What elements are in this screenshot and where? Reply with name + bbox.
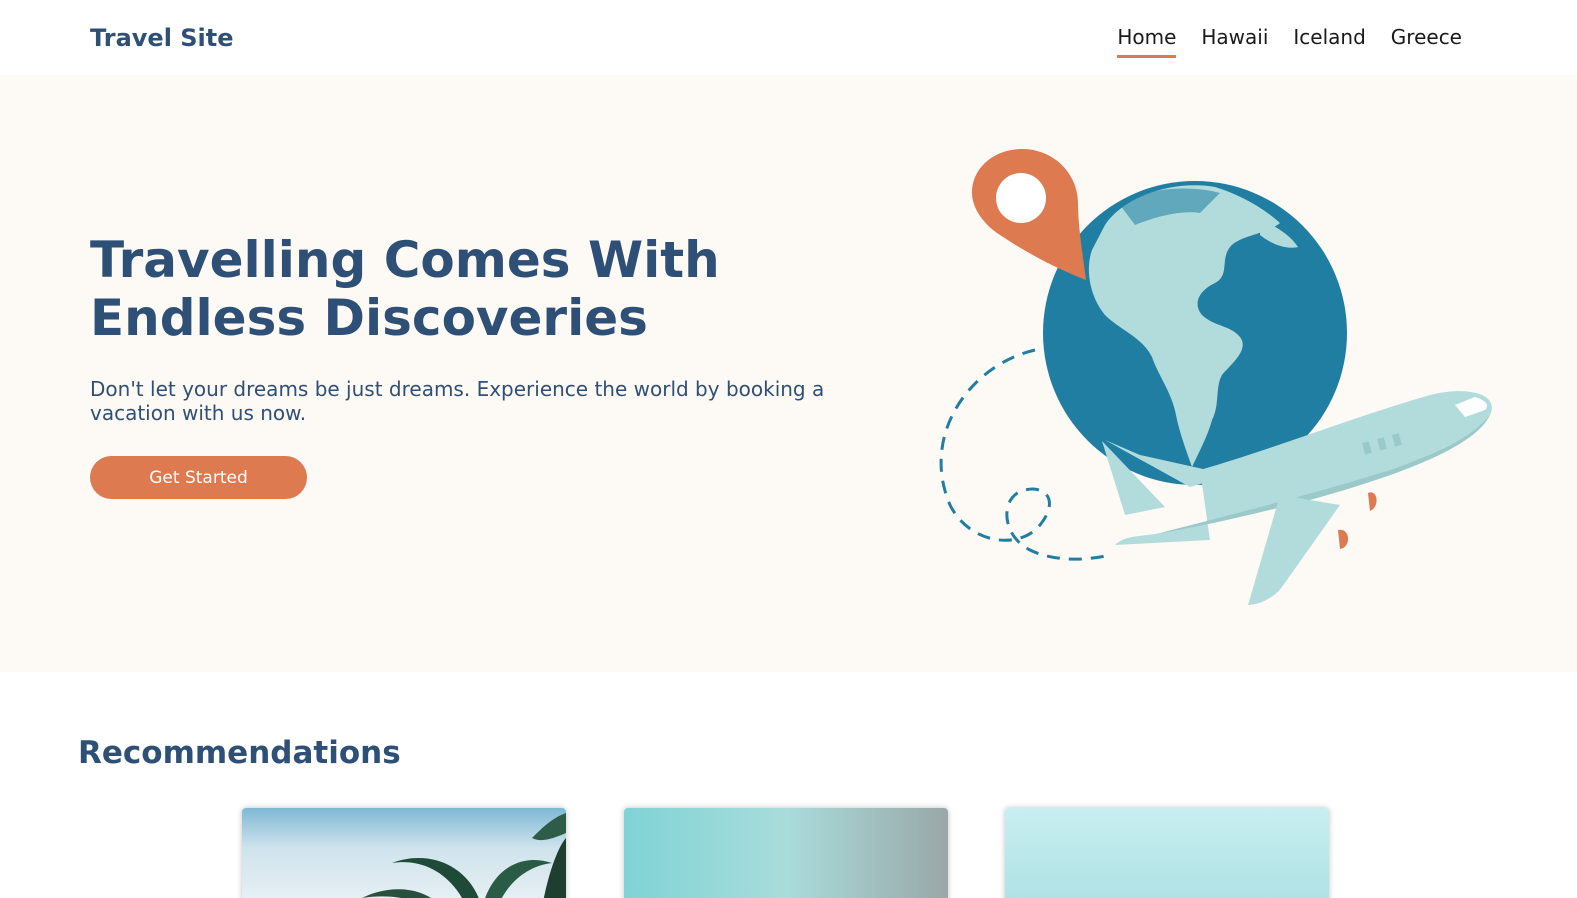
site-header: Travel Site Home Hawaii Iceland Greece bbox=[0, 0, 1577, 75]
travel-illustration bbox=[939, 149, 1492, 605]
recommendation-card-light-blue-sky[interactable] bbox=[1005, 808, 1329, 898]
hero-title-line-1: Travelling Comes With bbox=[90, 231, 720, 289]
recommendation-card-palm-trees[interactable] bbox=[242, 808, 566, 898]
nav-item-home[interactable]: Home bbox=[1117, 25, 1177, 58]
nav-item-greece[interactable]: Greece bbox=[1391, 25, 1462, 58]
hero-subtitle: Don't let your dreams be just dreams. Ex… bbox=[90, 377, 825, 425]
recommendations-title: Recommendations bbox=[78, 735, 401, 771]
site-logo[interactable]: Travel Site bbox=[90, 24, 234, 52]
hero-title: Travelling Comes With Endless Discoverie… bbox=[90, 231, 810, 347]
palm-trees-photo bbox=[362, 813, 566, 898]
hero-title-line-2: Endless Discoveries bbox=[90, 289, 648, 347]
nav-item-iceland[interactable]: Iceland bbox=[1293, 25, 1365, 58]
main-nav: Home Hawaii Iceland Greece bbox=[1117, 25, 1462, 58]
nav-item-hawaii[interactable]: Hawaii bbox=[1201, 25, 1268, 58]
light-blue-sky-photo bbox=[1005, 808, 1329, 898]
turquoise-sea-photo bbox=[624, 808, 948, 898]
get-started-button[interactable]: Get Started bbox=[90, 456, 307, 499]
location-pin-icon bbox=[972, 149, 1086, 280]
recommendation-card-turquoise-sea[interactable] bbox=[624, 808, 948, 898]
